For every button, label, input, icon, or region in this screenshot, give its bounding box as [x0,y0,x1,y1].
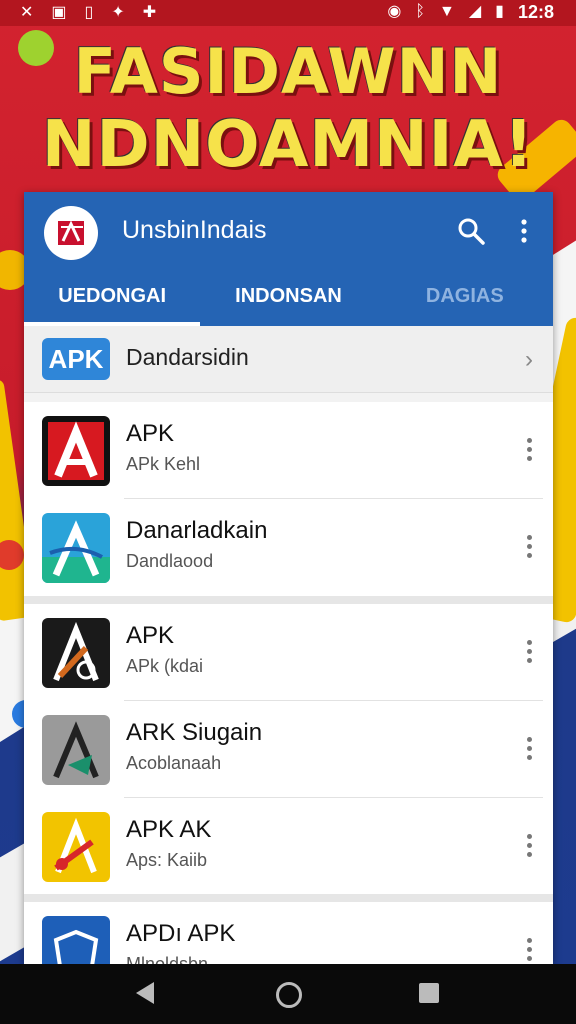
item-menu-icon[interactable] [525,640,533,666]
category-row[interactable]: APK Dandarsidin › [24,326,553,393]
recents-icon[interactable] [419,983,439,1003]
list-item[interactable]: ARK Siugain Acoblanaah [24,701,553,798]
item-menu-icon[interactable] [525,737,533,763]
apk-app-icon [42,416,110,486]
status-time: 12:8 [517,2,554,22]
overflow-menu-icon[interactable] [514,216,534,246]
bluetooth-icon: ᛒ [415,3,425,20]
banner-line-2: NDNOAMNIA! [41,108,535,182]
item-menu-icon[interactable] [525,938,533,964]
apk-yellow-app-icon [42,812,110,882]
alarm-icon: ◉ [387,3,402,20]
banner-line-1: FASIDAWNN [73,35,503,108]
item-title: ARK Siugain [126,719,263,746]
system-nav-bar [0,964,576,1024]
app-list-card: APK APk (kdai ARK Siugain Acoblanaah APK… [24,604,553,894]
back-icon[interactable] [136,982,154,1004]
list-item[interactable]: APK APk Kehl [24,402,553,499]
item-title: APDı APK [126,920,236,947]
list-item[interactable]: APK APk (kdai [24,604,553,701]
list-item[interactable]: APK AK Aps: Kaiib [24,798,553,895]
item-subtitle: Aps: Kaiib [126,850,208,870]
item-menu-icon[interactable] [525,834,533,860]
download-app-icon [42,513,110,583]
item-title: APK AK [126,816,212,843]
game-icon: ✚ [142,4,157,21]
apk-badge: APK [42,338,110,380]
item-subtitle: Mlnoldsbn [126,954,209,964]
app-list-card: APDı APK Mlnoldsbn [24,902,553,964]
tab-dagias[interactable]: DAGIAS [377,276,553,326]
tab-uedongai[interactable]: UEDONGAI [24,276,201,326]
item-title: Danarladkain [126,517,268,544]
signal-icon: ◢ [468,3,482,20]
item-menu-icon[interactable] [525,438,533,464]
tab-bar: UEDONGAI INDONSAN DAGIAS [24,276,553,326]
list-item[interactable]: Danarladkain Dandlaood [24,499,553,596]
chevron-right-icon: › [525,346,533,373]
wifi-icon: ▼ [439,3,455,20]
sd-card-icon: ▯ [84,4,94,21]
item-title: APK [126,420,175,447]
image-icon: ▣ [51,4,67,21]
item-subtitle: APk Kehl [126,454,201,474]
item-subtitle: APk (kdai [126,656,204,676]
battery-icon: ▮ [495,3,504,20]
tab-indonsan[interactable]: INDONSAN [200,276,376,326]
category-label: Dandarsidin [126,344,249,370]
list-item[interactable]: APDı APK Mlnoldsbn [24,902,553,964]
item-subtitle: Acoblanaah [126,753,222,773]
app-title: UnsbinIndais [122,216,267,244]
status-bar: ✕ ▣ ▯ ✦ ✚ ◉ ᛒ ▼ ◢ ▮ 12:8 [0,0,576,26]
search-icon[interactable] [456,216,486,246]
app-bar: UnsbinIndais UEDONGAI INDONSAN DAGIAS [24,192,553,326]
apk-shield-app-icon [42,916,110,964]
app-list-card: APK APk Kehl Danarladkain Dandlaood [24,402,553,596]
item-menu-icon[interactable] [525,535,533,561]
apk-grey-app-icon [42,715,110,785]
app-window: UnsbinIndais UEDONGAI INDONSAN DAGIAS AP… [24,192,553,964]
notification-icon: ✦ [111,4,125,21]
app-logo-icon [58,220,84,245]
apk-dark-app-icon [42,618,110,688]
promo-banner: FASIDAWNN NDNOAMNIA! [0,35,576,183]
item-title: APK [126,622,175,649]
home-icon[interactable] [276,982,302,1008]
app-logo[interactable] [44,206,98,260]
cast-icon: ✕ [20,4,34,21]
item-subtitle: Dandlaood [126,551,214,571]
